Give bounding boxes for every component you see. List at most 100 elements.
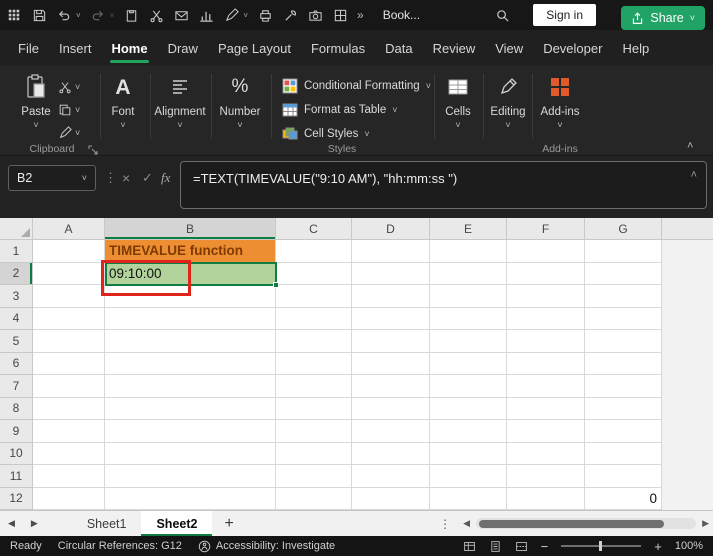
cell-A2[interactable]: [33, 263, 105, 286]
confirm-entry-icon[interactable]: ✓: [142, 170, 153, 186]
cell-B7[interactable]: [105, 375, 276, 398]
cell-A8[interactable]: [33, 398, 105, 421]
accessibility-status[interactable]: Accessibility: Investigate: [198, 540, 335, 553]
cell-E3[interactable]: [430, 285, 507, 308]
zoom-slider[interactable]: [561, 545, 641, 547]
insert-function-icon[interactable]: fx: [161, 170, 170, 186]
copy-button[interactable]: ˅: [58, 101, 80, 119]
cell-F7[interactable]: [507, 375, 585, 398]
menu-tab-draw[interactable]: Draw: [158, 30, 208, 66]
redo-icon[interactable]: [90, 7, 106, 23]
share-button[interactable]: Share ˅: [621, 6, 705, 30]
hscroll-right-icon[interactable]: ▶: [698, 518, 713, 529]
cell-C4[interactable]: [276, 308, 352, 331]
sheet-tab-sheet2[interactable]: Sheet2: [141, 511, 212, 536]
cell-D2[interactable]: [352, 263, 430, 286]
cell-A4[interactable]: [33, 308, 105, 331]
menu-tab-insert[interactable]: Insert: [49, 30, 102, 66]
sheet-tab-sheet1[interactable]: Sheet1: [72, 511, 142, 536]
zoom-in-button[interactable]: +: [654, 540, 662, 553]
row-header-12[interactable]: 12: [0, 488, 33, 511]
cell-F2[interactable]: [507, 263, 585, 286]
cell-D3[interactable]: [352, 285, 430, 308]
mail-icon[interactable]: [173, 7, 189, 23]
cell-G12[interactable]: 0: [585, 488, 662, 511]
cell-B5[interactable]: [105, 330, 276, 353]
menu-tab-home[interactable]: Home: [101, 30, 157, 66]
column-header-E[interactable]: E: [430, 218, 507, 240]
cell-F8[interactable]: [507, 398, 585, 421]
cell-G11[interactable]: [585, 465, 662, 488]
format-painter-caret[interactable]: ˅: [243, 11, 248, 20]
fill-handle[interactable]: [273, 282, 279, 288]
redo-dropdown-caret[interactable]: ˅: [110, 11, 115, 20]
cell-C6[interactable]: [276, 353, 352, 376]
cell-C2[interactable]: [276, 263, 352, 286]
row-header-6[interactable]: 6: [0, 353, 33, 376]
horizontal-scrollbar-thumb[interactable]: [479, 520, 664, 528]
horizontal-scrollbar[interactable]: [476, 518, 696, 529]
cell-G2[interactable]: [585, 263, 662, 286]
row-header-8[interactable]: 8: [0, 398, 33, 421]
cell-C8[interactable]: [276, 398, 352, 421]
camera-icon[interactable]: [307, 7, 323, 23]
cell-C11[interactable]: [276, 465, 352, 488]
cell-E5[interactable]: [430, 330, 507, 353]
select-all-corner[interactable]: [0, 218, 33, 240]
circular-references-status[interactable]: Circular References: G12: [58, 540, 182, 552]
undo-icon[interactable]: [56, 7, 72, 23]
cell-D5[interactable]: [352, 330, 430, 353]
format-painter-button[interactable]: ˅: [58, 124, 80, 142]
cell-D11[interactable]: [352, 465, 430, 488]
menu-tab-help[interactable]: Help: [612, 30, 659, 66]
cell-A9[interactable]: [33, 420, 105, 443]
conditional-formatting-button[interactable]: Conditional Formatting ˅: [282, 74, 431, 98]
hscroll-left-icon[interactable]: ◀: [459, 518, 474, 529]
column-header-B[interactable]: B: [105, 218, 276, 240]
cell-D8[interactable]: [352, 398, 430, 421]
cells-button[interactable]: Cells ˅: [438, 71, 478, 145]
cell-C3[interactable]: [276, 285, 352, 308]
cell-E6[interactable]: [430, 353, 507, 376]
cell-C12[interactable]: [276, 488, 352, 511]
cell-C5[interactable]: [276, 330, 352, 353]
cell-F11[interactable]: [507, 465, 585, 488]
sheet-nav-left-icon[interactable]: ◀: [0, 518, 23, 529]
cell-A12[interactable]: [33, 488, 105, 511]
cancel-entry-icon[interactable]: ×: [122, 170, 130, 186]
editing-button[interactable]: Editing ˅: [485, 71, 531, 145]
cell-D1[interactable]: [352, 240, 430, 263]
cell-F9[interactable]: [507, 420, 585, 443]
column-header-G[interactable]: G: [585, 218, 662, 240]
cell-F6[interactable]: [507, 353, 585, 376]
menu-tab-formulas[interactable]: Formulas: [301, 30, 375, 66]
cell-F5[interactable]: [507, 330, 585, 353]
cell-B12[interactable]: [105, 488, 276, 511]
column-header-D[interactable]: D: [352, 218, 430, 240]
column-header-A[interactable]: A: [33, 218, 105, 240]
cell-G6[interactable]: [585, 353, 662, 376]
menu-tab-data[interactable]: Data: [375, 30, 422, 66]
cell-G7[interactable]: [585, 375, 662, 398]
row-header-1[interactable]: 1: [0, 240, 33, 263]
zoom-level[interactable]: 100%: [675, 540, 703, 552]
cell-A5[interactable]: [33, 330, 105, 353]
cell-A11[interactable]: [33, 465, 105, 488]
cell-D4[interactable]: [352, 308, 430, 331]
cell-F10[interactable]: [507, 443, 585, 466]
normal-view-icon[interactable]: [463, 540, 476, 553]
cell-D7[interactable]: [352, 375, 430, 398]
cell-G9[interactable]: [585, 420, 662, 443]
cell-E11[interactable]: [430, 465, 507, 488]
name-box-caret[interactable]: ˅: [82, 174, 87, 183]
menu-tab-review[interactable]: Review: [423, 30, 486, 66]
cell-B4[interactable]: [105, 308, 276, 331]
sheetbar-ellipsis[interactable]: ⋮: [431, 517, 459, 531]
row-header-10[interactable]: 10: [0, 443, 33, 466]
cell-B6[interactable]: [105, 353, 276, 376]
cell-F3[interactable]: [507, 285, 585, 308]
zoom-slider-thumb[interactable]: [599, 541, 602, 551]
add-sheet-button[interactable]: +: [212, 515, 245, 533]
collapse-ribbon-chevron[interactable]: ˄: [687, 140, 693, 152]
font-button[interactable]: A Font ˅: [103, 71, 143, 145]
